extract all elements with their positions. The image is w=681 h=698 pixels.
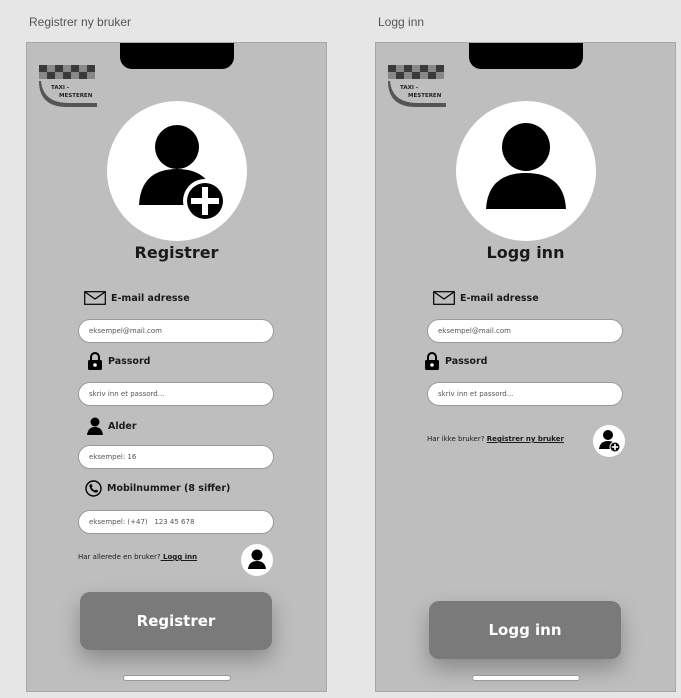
home-indicator [472,675,580,681]
email-label-text: E-mail adresse [460,292,539,304]
register-link[interactable]: Registrer ny bruker [487,435,564,443]
user-plus-icon [599,430,621,453]
email-label: E-mail adresse [84,291,190,305]
login-prompt-text: Har allerede en bruker? [78,553,161,561]
avatar-add-circle[interactable] [107,101,247,241]
age-label-text: Alder [108,420,137,432]
page-title-register: Registrer [134,243,219,262]
phone-label: Mobilnummer (8 siffer) [85,480,230,497]
avatar-small-add[interactable] [593,425,625,457]
age-input[interactable] [78,445,274,469]
login-link[interactable]: Logg inn [161,553,197,561]
home-indicator [123,675,231,681]
password-label: Passord [87,352,150,370]
taxi-logo-icon: TAXI - MESTEREN [39,65,97,107]
password-input[interactable] [78,382,274,406]
frame-title-register: Registrer ny bruker [29,15,132,29]
frame-title-login: Logg inn [378,15,425,29]
user-icon [87,417,103,435]
password-label-text: Passord [445,355,488,367]
page-title-login: Logg inn [486,243,565,262]
email-input[interactable] [78,319,274,343]
email-label: E-mail adresse [433,291,539,305]
logo-text-line1: TAXI - [400,85,418,91]
phone-notch [469,43,583,69]
phone-input[interactable] [78,510,274,534]
logo-text-line2: MESTEREN [408,93,442,99]
phone-register: TAXI - MESTEREN Registrer E-mail adresse… [26,42,327,692]
envelope-icon [433,291,455,305]
avatar-circle [456,101,596,241]
lock-icon [88,352,102,370]
register-prompt: Har ikke bruker? Registrer ny bruker [427,435,564,443]
phone-notch [120,43,234,69]
user-plus-icon [139,125,227,223]
user-icon [248,549,266,569]
register-button[interactable]: Registrer [80,592,272,650]
envelope-icon [84,291,106,305]
logo-text-line1: TAXI - [51,85,69,91]
email-label-text: E-mail adresse [111,292,190,304]
phone-label-text: Mobilnummer (8 siffer) [107,483,231,494]
age-label: Alder [87,417,137,435]
login-button[interactable]: Logg inn [429,601,621,659]
logo-text-line2: MESTEREN [59,93,93,99]
login-prompt: Har allerede en bruker? Logg inn [78,553,197,561]
taxi-logo-icon: TAXI - MESTEREN [388,65,446,107]
register-prompt-text: Har ikke bruker? [427,435,487,443]
password-label: Passord [424,352,487,370]
user-icon [486,123,566,209]
password-label-text: Passord [108,355,151,367]
password-input[interactable] [427,382,623,406]
lock-icon [425,352,439,370]
phone-login: TAXI - MESTEREN Logg inn E-mail adresse … [375,42,676,692]
avatar-small[interactable] [241,544,273,576]
email-input[interactable] [427,319,623,343]
phone-icon [85,480,102,497]
